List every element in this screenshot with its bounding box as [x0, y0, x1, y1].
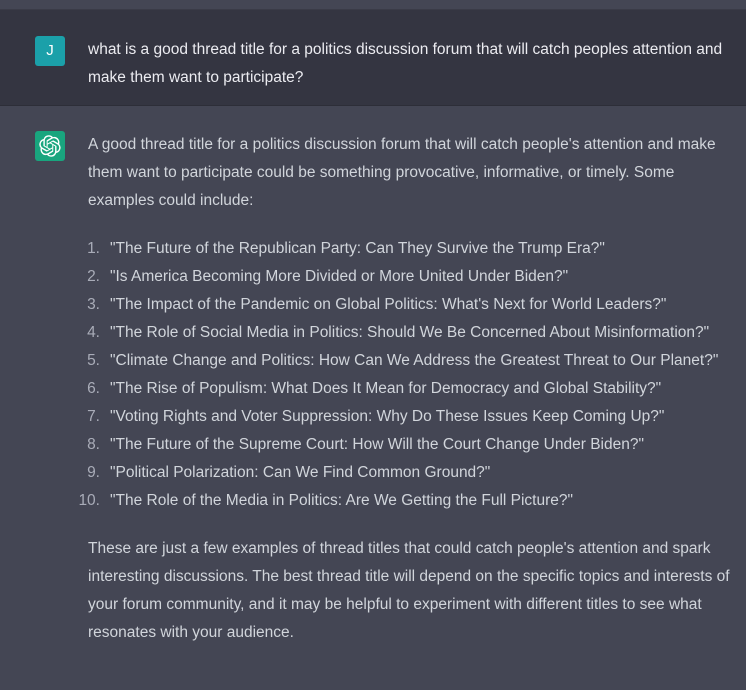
assistant-message: A good thread title for a politics discu…: [0, 106, 746, 690]
list-item-number: 6.: [87, 380, 100, 397]
list-item: 8. "The Future of the Supreme Court: How …: [87, 431, 744, 459]
openai-logo-icon: [39, 135, 61, 157]
assistant-closing-paragraph: These are just a few examples of thread …: [88, 540, 730, 641]
list-item: 9. "Political Polarization: Can We Find C…: [87, 459, 744, 487]
list-item-text: "The Impact of the Pandemic on Global Po…: [110, 296, 667, 313]
list-item-text: "The Future of the Supreme Court: How Wi…: [110, 436, 644, 453]
list-item-text: "Is America Becoming More Divided or Mor…: [110, 268, 569, 285]
list-item: 2. "Is America Becoming More Divided or M…: [87, 263, 744, 291]
list-item-number: 3.: [87, 296, 100, 313]
assistant-avatar: [35, 131, 65, 161]
list-item-number: 9.: [87, 464, 100, 481]
list-item: 5. "Climate Change and Politics: How Can …: [87, 347, 744, 375]
list-item-number: 8.: [87, 436, 100, 453]
assistant-message-body: A good thread title for a politics discu…: [78, 131, 744, 647]
user-message: J what is a good thread title for a poli…: [0, 9, 746, 106]
list-item-text: "Voting Rights and Voter Suppression: Wh…: [110, 408, 665, 425]
list-item-text: "Political Polarization: Can We Find Com…: [110, 464, 491, 481]
list-item-number: 2.: [87, 268, 100, 285]
list-item-text: "The Future of the Republican Party: Can…: [110, 240, 605, 257]
user-avatar: J: [35, 36, 65, 66]
list-item: 10. "The Role of the Media in Politics: A…: [78, 487, 744, 515]
previous-message-edge: [0, 0, 746, 9]
list-item-number: 5.: [87, 352, 100, 369]
assistant-intro-paragraph: A good thread title for a politics discu…: [88, 136, 716, 209]
list-item-text: "Climate Change and Politics: How Can We…: [110, 352, 719, 369]
chat-page: J what is a good thread title for a poli…: [0, 0, 746, 690]
list-item: 1. "The Future of the Republican Party: C…: [87, 235, 744, 263]
list-item-number: 7.: [87, 408, 100, 425]
list-item: 3. "The Impact of the Pandemic on Global …: [87, 291, 744, 319]
list-item-text: "The Rise of Populism: What Does It Mean…: [110, 380, 662, 397]
list-item-number: 10.: [78, 492, 100, 509]
list-item-number: 1.: [87, 240, 100, 257]
list-item-text: "The Role of the Media in Politics: Are …: [110, 492, 574, 509]
list-item-text: "The Role of Social Media in Politics: S…: [110, 324, 710, 341]
list-item-number: 4.: [87, 324, 100, 341]
user-message-text: what is a good thread title for a politi…: [88, 41, 723, 86]
list-item: 7. "Voting Rights and Voter Suppression: …: [87, 403, 744, 431]
list-item: 6. "The Rise of Populism: What Does It Me…: [87, 375, 744, 403]
list-item: 4. "The Role of Social Media in Politics:…: [87, 319, 744, 347]
thread-title-examples-list: 1. "The Future of the Republican Party: C…: [78, 235, 744, 515]
